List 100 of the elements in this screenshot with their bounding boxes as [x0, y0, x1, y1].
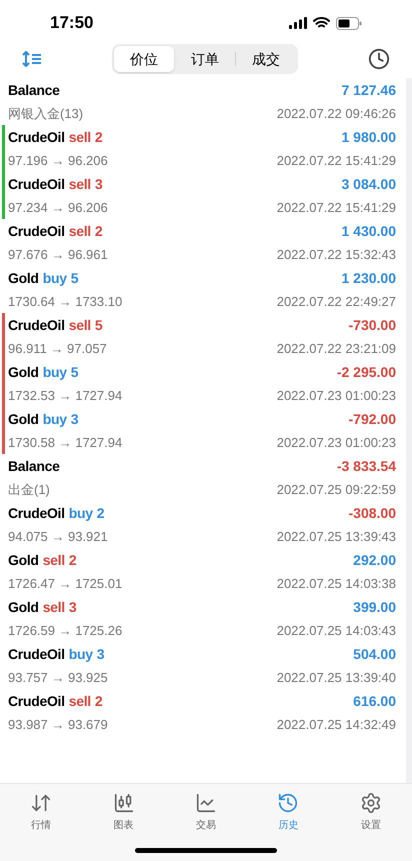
symbol-label: Gold [8, 362, 39, 382]
clock-time: 17:50 [50, 12, 94, 34]
sort-icon[interactable] [22, 51, 42, 67]
price-range: 1732.53 → 1727.94 [8, 386, 122, 405]
segment-tab[interactable]: 成交 [236, 46, 296, 72]
deal-time: 2022.07.23 01:00:23 [276, 386, 396, 405]
deal-row[interactable]: CrudeOil buy 3 504.00 93.757 → 93.925 2022.07.25 13:39:40 [0, 642, 406, 689]
profit-amount: 292.00 [353, 550, 396, 570]
deal-time: 2022.07.22 15:41:29 [276, 198, 396, 217]
deal-row[interactable]: CrudeOil buy 2 -308.00 94.075 → 93.921 2022.07.25 13:39:43 [0, 501, 406, 548]
order-type: sell 2 [68, 222, 102, 241]
price-range: 96.911 → 97.057 [8, 340, 107, 358]
price-range: 93.757 → 93.925 [8, 668, 108, 687]
tab-bar-item[interactable]: 图表 [82, 792, 165, 833]
deal-row[interactable]: CrudeOil sell 3 3 084.00 97.234 → 96.206 2022.07.22 15:41:29 [0, 172, 406, 219]
profit-amount: -3 833.54 [336, 456, 396, 476]
order-type: buy 5 [42, 362, 78, 382]
deal-time: 2022.07.22 15:41:29 [276, 152, 396, 170]
price-range: 1730.58 → 1727.94 [8, 434, 122, 452]
symbol-label: CrudeOil [8, 504, 65, 523]
price-range: 93.987 → 93.679 [8, 716, 108, 734]
profit-amount: -792.00 [348, 410, 396, 429]
price-range: 97.196 → 96.206 [8, 152, 108, 170]
profit-amount: 1 230.00 [342, 268, 396, 288]
price-range: 97.234 → 96.206 [8, 198, 108, 217]
balance-comment: 出金(1) [8, 480, 50, 499]
battery-icon [336, 16, 362, 30]
price-range: 1726.47 → 1725.01 [8, 574, 122, 593]
profit-amount: 3 084.00 [342, 174, 396, 194]
symbol-label: Balance [8, 80, 60, 100]
deal-row[interactable]: Gold sell 3 399.00 1726.59 → 1725.26 2022.07.25 14:03:43 [0, 595, 406, 642]
symbol-label: CrudeOil [8, 644, 65, 664]
deal-row[interactable]: CrudeOil sell 5 -730.00 96.911 → 97.057 2022.07.22 23:21:09 [0, 313, 406, 360]
profit-amount: -2 295.00 [336, 362, 396, 382]
price-range: 97.676 → 96.961 [8, 246, 108, 264]
price-range: 1730.64 → 1733.10 [8, 292, 122, 311]
symbol-label: Gold [8, 268, 39, 288]
price-range: 1726.59 → 1725.26 [8, 622, 122, 640]
arrows-icon [30, 792, 52, 814]
profit-amount: 399.00 [353, 598, 396, 617]
profit-amount: 1 430.00 [342, 222, 396, 241]
symbol-label: Gold [8, 550, 39, 570]
balance-comment: 网银入金(13) [8, 104, 84, 123]
segment-tab[interactable]: 价位 [114, 46, 174, 72]
clock-icon[interactable] [368, 48, 390, 70]
tab-bar-item[interactable]: 交易 [164, 792, 248, 833]
deal-time: 2022.07.22 15:32:43 [276, 246, 396, 264]
order-type: buy 3 [42, 410, 78, 429]
order-type: sell 2 [42, 550, 76, 570]
deal-time: 2022.07.23 01:00:23 [276, 434, 396, 452]
order-type: sell 5 [68, 316, 102, 335]
deal-time: 2022.07.25 14:03:38 [276, 574, 396, 593]
order-type: sell 3 [42, 598, 76, 617]
deal-time: 2022.07.22 22:49:27 [276, 292, 396, 311]
symbol-label: Gold [8, 598, 39, 617]
tab-bar-item[interactable]: 设置 [330, 792, 412, 833]
deal-row[interactable]: CrudeOil sell 2 1 980.00 97.196 → 96.206 2022.07.22 15:41:29 [0, 125, 406, 172]
order-type: sell 2 [68, 128, 102, 147]
price-range: 94.075 → 93.921 [8, 528, 108, 546]
deal-time: 2022.07.22 09:46:26 [276, 104, 396, 123]
profit-amount: 616.00 [353, 692, 396, 711]
profit-amount: -730.00 [348, 316, 396, 335]
deal-time: 2022.07.22 23:21:09 [276, 340, 396, 358]
deal-row[interactable]: Gold buy 3 -792.00 1730.58 → 1727.94 2022.07.23 01:00:23 [0, 407, 406, 454]
profit-amount: -308.00 [348, 504, 396, 523]
order-type: buy 5 [42, 268, 78, 288]
order-type: sell 2 [68, 692, 102, 711]
order-type: buy 3 [68, 644, 104, 664]
symbol-label: Balance [8, 456, 60, 476]
deal-row[interactable]: CrudeOil sell 2 616.00 93.987 → 93.679 2022.07.25 14:32:49 [0, 689, 406, 736]
deal-time: 2022.07.25 13:39:40 [276, 668, 396, 687]
symbol-label: CrudeOil [8, 692, 65, 711]
tab-bar-item[interactable]: 行情 [0, 792, 82, 833]
symbol-label: CrudeOil [8, 316, 65, 335]
deal-time: 2022.07.25 13:39:43 [276, 528, 396, 546]
symbol-label: CrudeOil [8, 222, 65, 241]
wifi-icon [313, 17, 330, 29]
deal-row[interactable]: Gold sell 2 292.00 1726.47 → 1725.01 2022.07.25 14:03:38 [0, 548, 406, 595]
deal-row[interactable]: Balance -3 833.54 出金(1) 2022.07.25 09:22:59 [0, 454, 406, 501]
line-chart-icon [195, 792, 218, 814]
signal-icon [289, 17, 307, 29]
profit-amount: 504.00 [353, 644, 396, 664]
deal-row[interactable]: Gold buy 5 -2 295.00 1732.53 → 1727.94 2022.07.23 01:00:23 [0, 360, 406, 407]
symbol-label: CrudeOil [8, 128, 65, 147]
deal-time: 2022.07.25 14:32:49 [276, 716, 396, 734]
deal-row[interactable]: Gold buy 5 1 230.00 1730.64 → 1733.10 2022.07.22 22:49:27 [0, 266, 406, 313]
candlestick-icon [112, 792, 135, 814]
deal-time: 2022.07.25 09:22:59 [276, 480, 396, 499]
settings-icon [360, 792, 382, 814]
deal-time: 2022.07.25 14:03:43 [276, 622, 396, 640]
symbol-label: Gold [8, 410, 39, 429]
profit-amount: 1 980.00 [342, 128, 396, 147]
history-icon [277, 792, 300, 814]
deal-row[interactable]: CrudeOil sell 2 1 430.00 97.676 → 96.961 2022.07.22 15:32:43 [0, 219, 406, 266]
order-type: buy 2 [68, 504, 104, 523]
deal-row[interactable]: Balance 7 127.46 网银入金(13) 2022.07.22 09:46:26 [0, 78, 406, 125]
segment-tab[interactable]: 订单 [175, 46, 235, 72]
order-type: sell 3 [68, 174, 102, 194]
profit-amount: 7 127.46 [342, 80, 396, 100]
symbol-label: CrudeOil [8, 174, 65, 194]
